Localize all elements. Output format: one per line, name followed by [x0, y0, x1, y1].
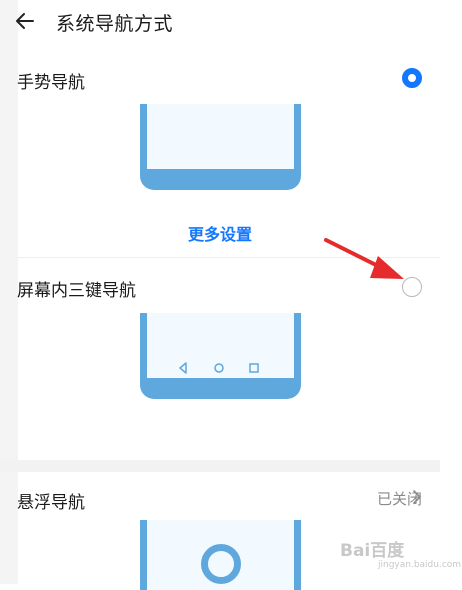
- right-edge-strip: [0, 0, 18, 584]
- three-key-navigation-label[interactable]: 屏幕内三键导航: [17, 276, 136, 301]
- gesture-navigation-illustration: [140, 104, 301, 190]
- watermark: Bai百度: [340, 541, 405, 561]
- section-separator: [0, 460, 440, 472]
- chevron-right-icon[interactable]: [410, 489, 424, 505]
- floating-navigation-label[interactable]: 悬浮导航: [17, 488, 85, 513]
- floating-ball-icon: [201, 544, 241, 584]
- three-key-navigation-illustration: [140, 313, 301, 399]
- three-key-nav-icons: [179, 362, 259, 374]
- gesture-navigation-radio[interactable]: [402, 68, 422, 88]
- nav-recent-icon: [249, 363, 259, 373]
- watermark-sub: jingyan.baidu.com: [378, 560, 462, 570]
- gesture-navigation-label[interactable]: 手势导航: [17, 68, 85, 93]
- nav-back-icon: [179, 362, 187, 374]
- annotation-arrow-icon: [324, 238, 404, 279]
- back-arrow-icon[interactable]: [14, 10, 36, 32]
- nav-home-icon: [214, 363, 224, 373]
- page-title: 系统导航方式: [56, 13, 174, 35]
